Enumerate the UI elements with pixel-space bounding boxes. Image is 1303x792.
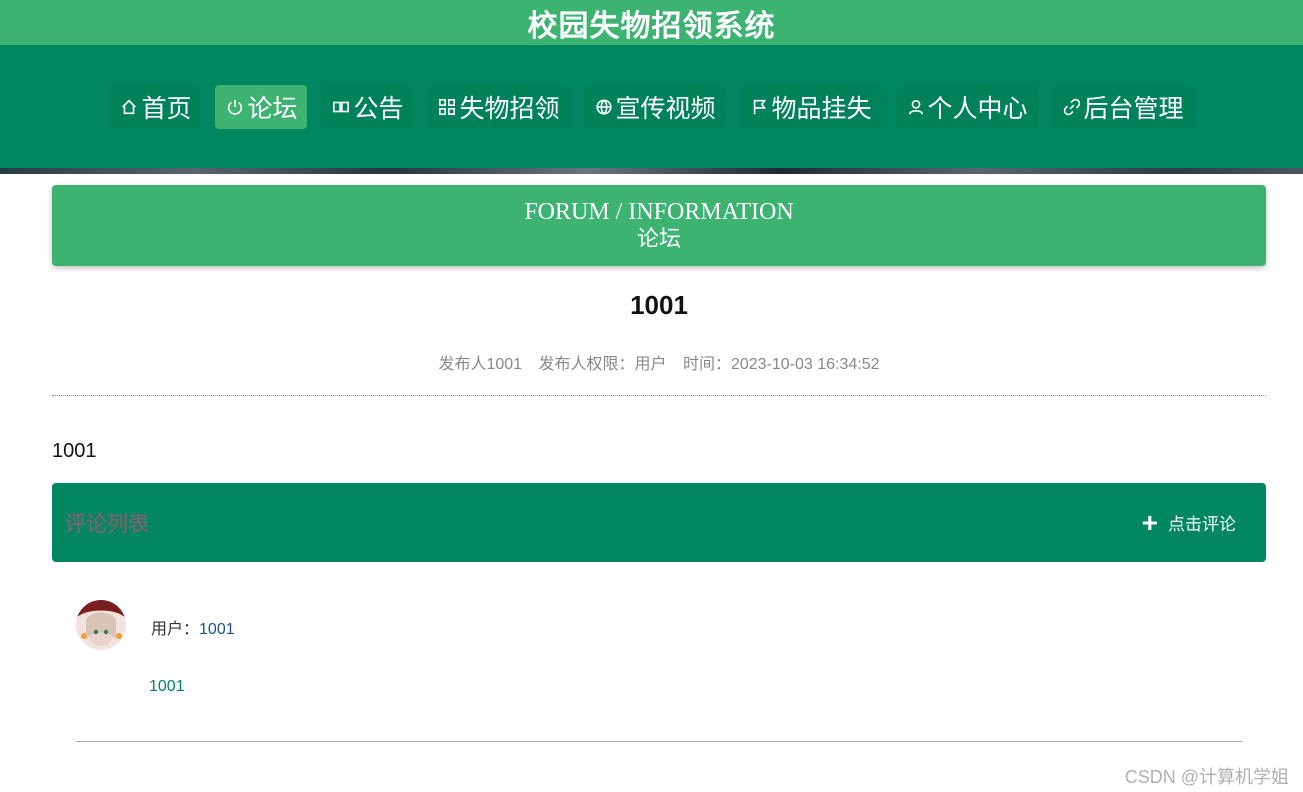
nav-item-report-lost[interactable]: 物品挂失 bbox=[739, 84, 882, 129]
comments-title: 评论列表 bbox=[65, 512, 149, 536]
avatar bbox=[76, 600, 126, 650]
comment-user: 用户：1001 bbox=[151, 615, 235, 639]
globe-icon bbox=[594, 96, 614, 118]
post-time: 时间：2023-10-03 16:34:52 bbox=[682, 356, 880, 373]
nav-item-profile[interactable]: 个人中心 bbox=[895, 84, 1038, 129]
plus-icon: + bbox=[1141, 506, 1158, 538]
nav-label: 首页 bbox=[141, 94, 192, 123]
divider bbox=[52, 395, 1266, 396]
post-meta: 发布人1001 发布人权限：用户 时间：2023-10-03 16:34:52 bbox=[52, 350, 1266, 374]
nav-item-forum[interactable]: 论坛 bbox=[215, 84, 308, 129]
post-title: 1001 bbox=[630, 290, 688, 320]
post-author: 发布人1001 bbox=[438, 356, 523, 373]
section-header: FORUM / INFORMATION 论坛 bbox=[52, 185, 1266, 266]
power-icon bbox=[225, 96, 245, 118]
site-title-bar: 校园失物招领系统 bbox=[0, 0, 1303, 45]
nav-label: 个人中心 bbox=[927, 94, 1028, 123]
section-title-cn: 论坛 bbox=[636, 226, 681, 251]
nav-label: 宣传视频 bbox=[615, 94, 716, 123]
user-icon bbox=[906, 96, 926, 118]
nav-label: 论坛 bbox=[247, 94, 298, 123]
nav-label: 公告 bbox=[353, 94, 404, 123]
main-nav: 首页 论坛 公告 失物招领 宣传视频 物品挂失 个人中心 后台管理 bbox=[0, 45, 1303, 168]
nav-label: 失物招领 bbox=[459, 94, 560, 123]
nav-label: 后台管理 bbox=[1083, 94, 1184, 123]
book-icon bbox=[331, 96, 351, 118]
add-comment-label: 点击评论 bbox=[1168, 515, 1236, 534]
nav-item-home[interactable]: 首页 bbox=[109, 84, 202, 129]
nav-item-video[interactable]: 宣传视频 bbox=[583, 84, 726, 129]
comments-header: 评论列表 + 点击评论 bbox=[52, 483, 1266, 562]
grid-icon bbox=[437, 96, 457, 118]
section-title-en: FORUM / INFORMATION bbox=[524, 199, 794, 225]
post-content: 1001 bbox=[52, 440, 97, 462]
nav-list: 首页 论坛 公告 失物招领 宣传视频 物品挂失 个人中心 后台管理 bbox=[109, 84, 1194, 129]
link-icon bbox=[1062, 96, 1082, 118]
home-icon bbox=[119, 96, 139, 118]
comment-user-label: 用户： bbox=[151, 621, 200, 638]
post-permission: 发布人权限：用户 bbox=[538, 356, 667, 373]
nav-item-lost-found[interactable]: 失物招领 bbox=[427, 84, 570, 129]
flag-icon bbox=[750, 96, 770, 118]
nav-item-admin[interactable]: 后台管理 bbox=[1051, 84, 1194, 129]
comment-divider bbox=[76, 741, 1242, 742]
add-comment-button[interactable]: + 点击评论 bbox=[1141, 506, 1236, 538]
site-title: 校园失物招领系统 bbox=[527, 9, 776, 43]
comment-user-id: 1001 bbox=[199, 621, 235, 638]
comment-text: 1001 bbox=[149, 678, 185, 695]
banner-image-strip bbox=[0, 168, 1303, 174]
nav-label: 物品挂失 bbox=[771, 94, 872, 123]
watermark: CSDN @计算机学姐 bbox=[1124, 767, 1289, 787]
nav-item-announcement[interactable]: 公告 bbox=[321, 84, 414, 129]
